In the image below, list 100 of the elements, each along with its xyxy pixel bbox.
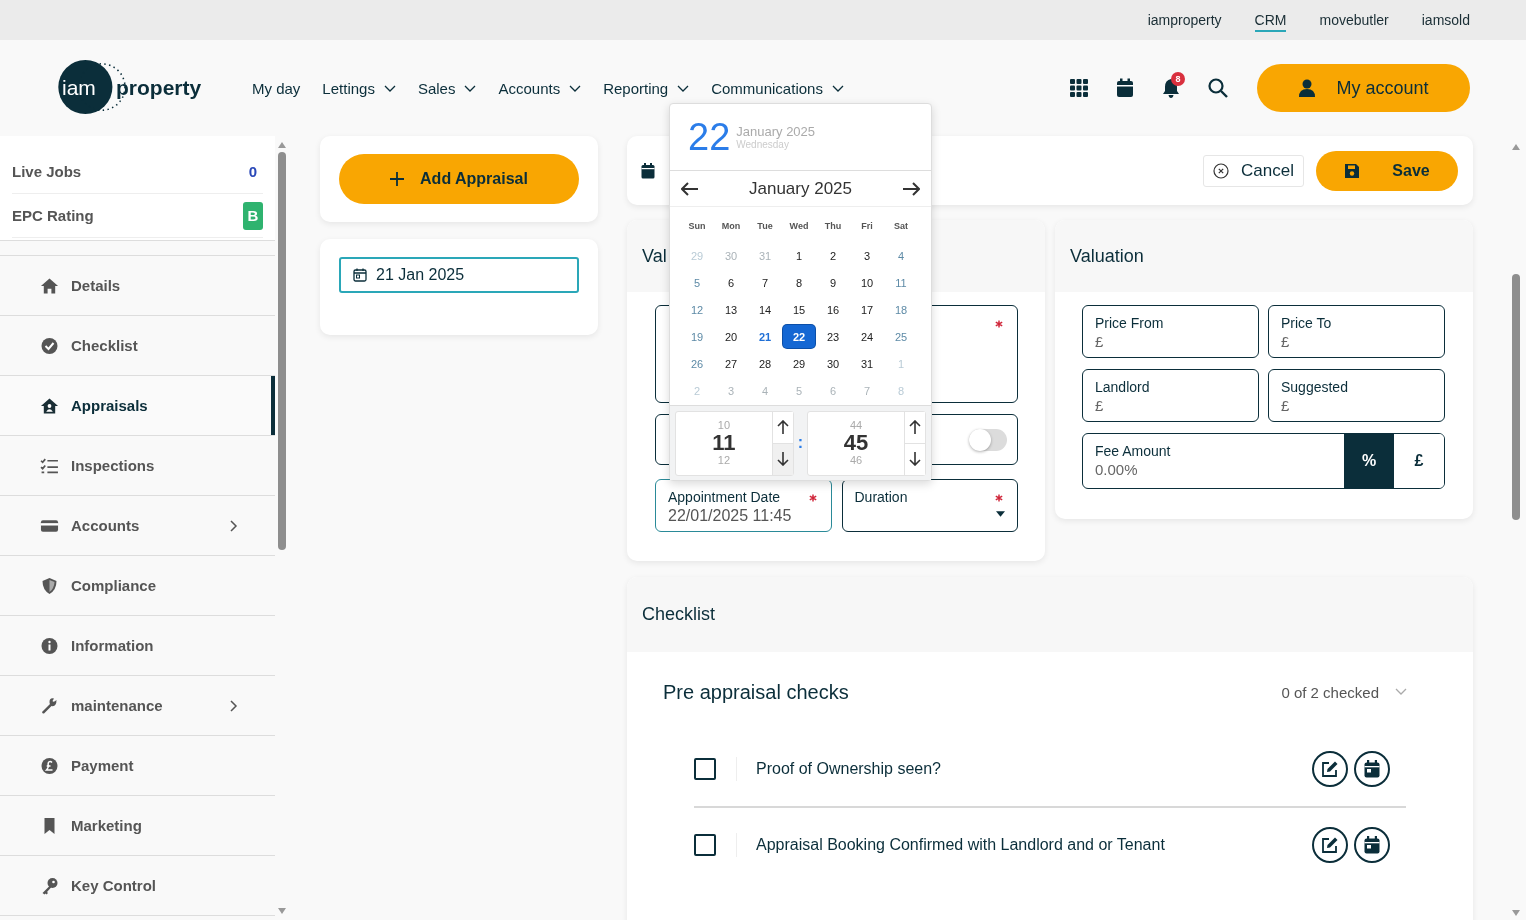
calendar-icon[interactable] — [1116, 78, 1134, 98]
site-link[interactable]: movebutler — [1319, 8, 1389, 32]
apps-grid-icon[interactable] — [1070, 79, 1088, 97]
calendar-day[interactable]: 30 — [817, 352, 849, 375]
calendar-day[interactable]: 21 — [749, 325, 781, 348]
sidebar-item[interactable]: Compliance — [0, 556, 275, 616]
calendar-day[interactable]: 13 — [715, 298, 747, 321]
pound-circle-icon — [40, 756, 59, 775]
price-field[interactable]: Price To £ — [1268, 305, 1445, 358]
edit-button[interactable] — [1312, 827, 1348, 863]
account-button[interactable]: My account — [1257, 64, 1470, 112]
calendar-day[interactable]: 28 — [749, 352, 781, 375]
weekday-label: Wed — [788, 220, 810, 233]
logo-mark-text: iam — [62, 76, 97, 100]
checked-count: 0 of 2 checked — [1281, 683, 1379, 701]
stat-count: 0 — [248, 163, 257, 180]
schedule-button[interactable] — [1354, 751, 1390, 787]
sidebar-item[interactable]: Details — [0, 255, 275, 316]
checkbox[interactable] — [694, 834, 716, 856]
site-link[interactable]: iamsold — [1421, 8, 1470, 32]
previous-value: 44 — [849, 420, 863, 431]
date-field[interactable]: 21 Jan 2025 — [339, 257, 579, 293]
nav-link[interactable]: Sales — [417, 79, 477, 97]
calendar-day[interactable]: 25 — [885, 325, 917, 348]
wrench-icon — [40, 696, 59, 715]
calendar-day[interactable]: 9 — [817, 271, 849, 294]
calendar-day[interactable]: 10 — [851, 271, 883, 294]
calendar-day[interactable]: 14 — [749, 298, 781, 321]
calendar-day[interactable]: 16 — [817, 298, 849, 321]
calendar-icon — [641, 162, 655, 179]
calendar-day[interactable]: 18 — [885, 298, 917, 321]
next-month-icon[interactable] — [902, 181, 920, 196]
calendar-day[interactable]: 12 — [681, 298, 713, 321]
arrow-down-icon — [776, 452, 789, 466]
scroll-up-icon[interactable] — [278, 142, 286, 148]
arrow-up-icon — [909, 420, 921, 434]
calendar-day[interactable]: 24 — [851, 325, 883, 348]
calendar-day[interactable]: 31 — [851, 352, 883, 375]
decrement-button[interactable] — [905, 442, 925, 475]
price-field[interactable]: Price From £ — [1082, 305, 1259, 358]
calendar-day[interactable]: 22 — [783, 325, 815, 348]
sidebar-item[interactable]: Inspections — [0, 436, 275, 496]
calendar-day[interactable]: 1 — [783, 244, 815, 267]
checklist-icon — [40, 456, 59, 475]
weekday-label: Thu — [823, 220, 843, 233]
nav-link[interactable]: My day — [252, 79, 301, 97]
checkbox[interactable] — [694, 758, 716, 780]
nav-link[interactable]: Accounts — [498, 79, 582, 97]
price-field[interactable]: Suggested £ — [1268, 369, 1445, 422]
card-title: Val — [642, 245, 667, 267]
add-appraisal-button[interactable]: Add Appraisal — [339, 154, 579, 204]
toggle-switch[interactable] — [969, 428, 1007, 451]
search-icon[interactable] — [1208, 78, 1228, 98]
calendar-day[interactable]: 27 — [715, 352, 747, 375]
calendar-day[interactable]: 7 — [749, 271, 781, 294]
sidebar-item[interactable]: Appraisals — [0, 376, 275, 436]
checklist-item-label: Proof of Ownership seen? — [756, 760, 941, 778]
calendar-day[interactable]: 6 — [715, 271, 747, 294]
calendar-day[interactable]: 3 — [851, 244, 883, 267]
calendar-day[interactable]: 23 — [817, 325, 849, 348]
weekday-label: Tue — [756, 220, 774, 233]
calendar-day[interactable]: 17 — [851, 298, 883, 321]
calendar-day[interactable]: 11 — [885, 271, 917, 294]
save-button[interactable]: Save — [1316, 150, 1458, 191]
calendar-day[interactable]: 19 — [681, 325, 713, 348]
close-icon — [1213, 162, 1230, 179]
calendar-day[interactable]: 2 — [817, 244, 849, 267]
scroll-down-icon[interactable] — [1512, 910, 1520, 916]
scroll-down-icon[interactable] — [278, 908, 286, 914]
sidebar-item[interactable]: Key Control — [0, 856, 275, 916]
calendar-day[interactable]: 5 — [681, 271, 713, 294]
price-field[interactable]: Landlord £ — [1082, 369, 1259, 422]
card-title: Valuation — [1070, 245, 1144, 267]
stat-label: EPC Rating — [12, 207, 94, 224]
cancel-button[interactable]: Cancel — [1203, 154, 1304, 187]
decrement-button[interactable] — [772, 442, 793, 475]
sidebar-item[interactable]: Information — [0, 616, 275, 676]
calendar-day[interactable]: 15 — [783, 298, 815, 321]
previous-month-icon[interactable] — [681, 181, 699, 196]
sidebar-item[interactable]: maintenance — [0, 676, 275, 736]
rating-badge: B — [243, 201, 263, 230]
key-icon — [40, 876, 59, 895]
nav-link[interactable]: Reporting — [603, 79, 690, 97]
site-link[interactable]: iamproperty — [1147, 8, 1222, 32]
schedule-button[interactable] — [1354, 827, 1390, 863]
calendar-day[interactable]: 29 — [783, 352, 815, 375]
sidebar-item[interactable]: Payment — [0, 736, 275, 796]
calendar-day[interactable]: 26 — [681, 352, 713, 375]
sidebar-item[interactable]: Marketing — [0, 796, 275, 856]
edit-button[interactable] — [1312, 751, 1348, 787]
calendar-day[interactable]: 20 — [715, 325, 747, 348]
nav-link[interactable]: Communications — [711, 79, 844, 97]
site-link[interactable]: CRM — [1254, 8, 1287, 32]
nav-link[interactable]: Lettings — [322, 79, 396, 97]
scroll-up-icon[interactable] — [1512, 144, 1520, 150]
calendar-day[interactable]: 4 — [885, 244, 917, 267]
user-icon — [1298, 79, 1317, 97]
sidebar-item[interactable]: Accounts — [0, 496, 275, 556]
previous-value: 10 — [717, 420, 731, 431]
calendar-day[interactable]: 8 — [783, 271, 815, 294]
